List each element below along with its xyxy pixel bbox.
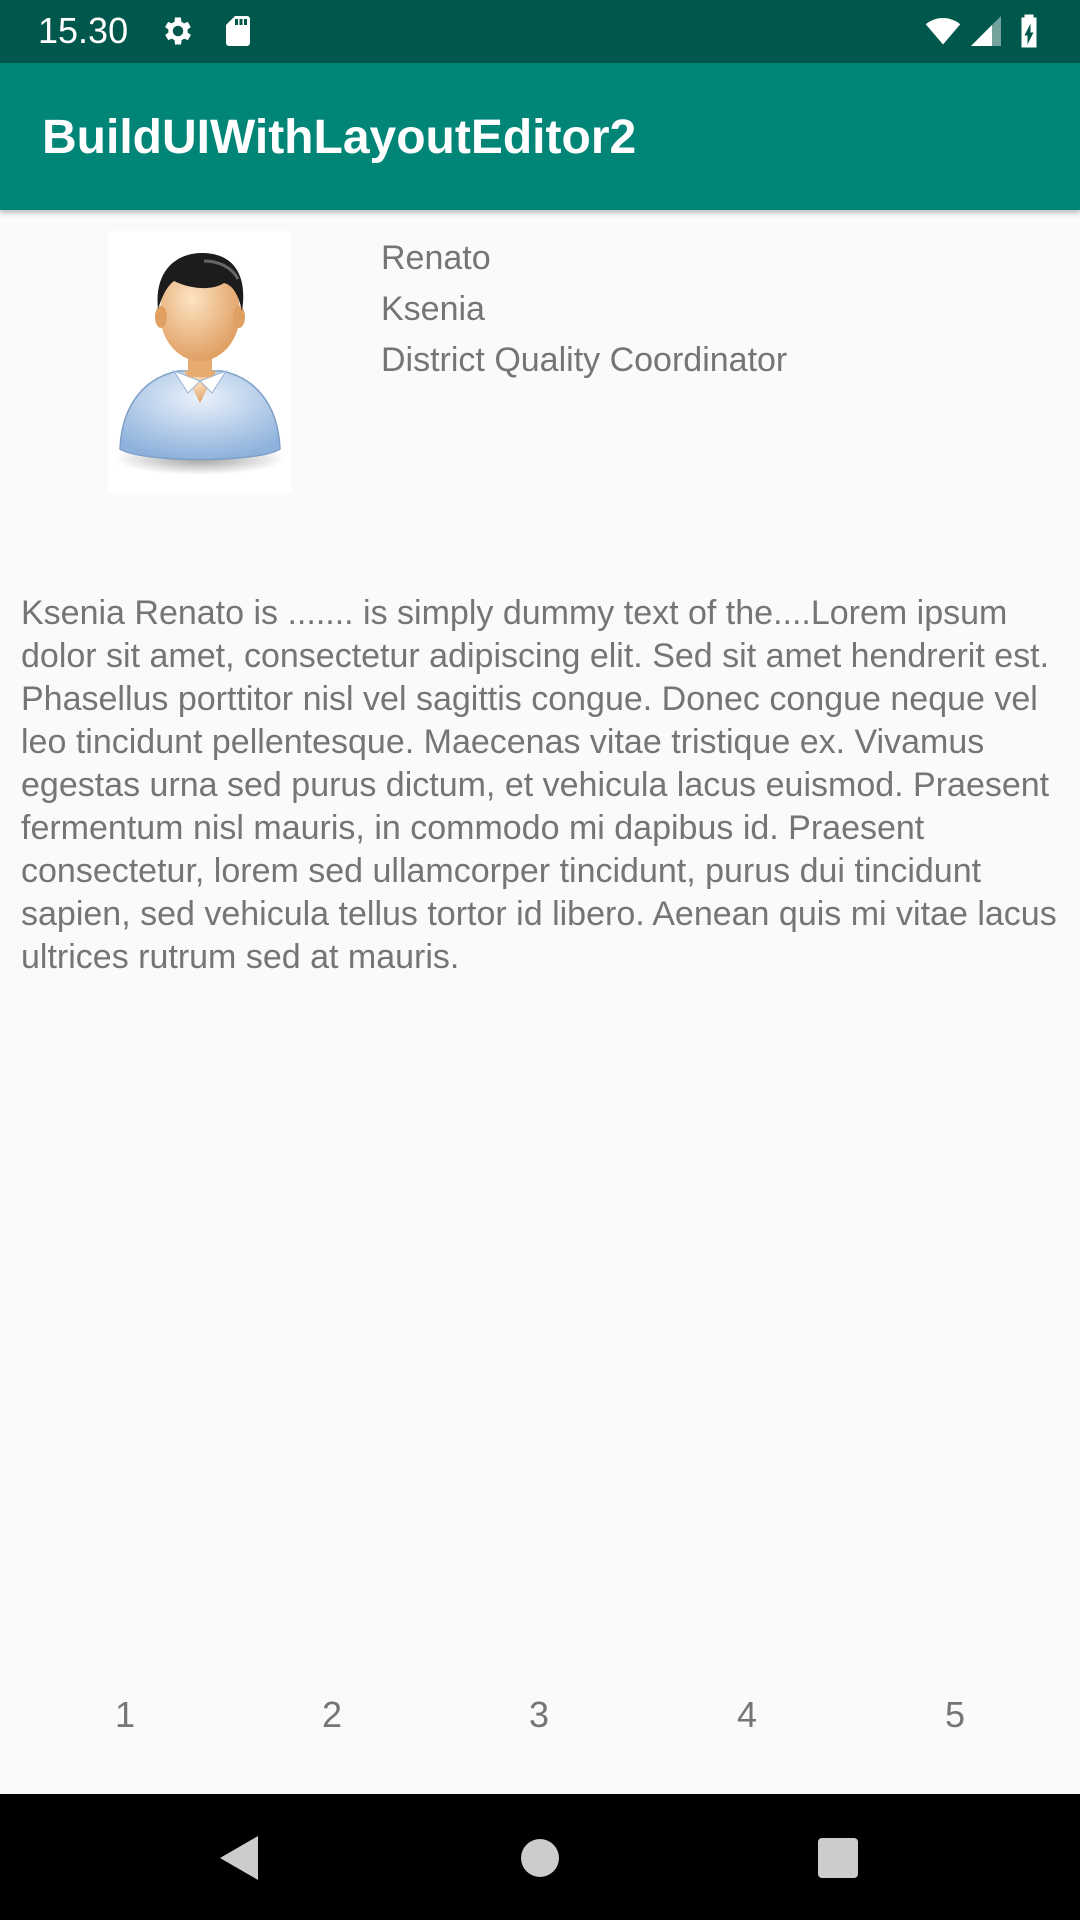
person-avatar-icon (108, 231, 291, 493)
sd-card-icon (226, 16, 250, 46)
app-title: BuildUIWithLayoutEditor2 (42, 111, 637, 164)
battery-charging-icon (1021, 14, 1037, 48)
recents-icon[interactable] (808, 1828, 868, 1888)
navigation-bar (0, 1794, 1080, 1920)
back-icon[interactable] (210, 1828, 270, 1888)
signal-icon (971, 16, 1001, 46)
wifi-icon (925, 17, 961, 45)
app-bar: BuildUIWithLayoutEditor2 (0, 63, 1080, 210)
status-time: 15.30 (38, 10, 129, 51)
bio-text: Ksenia Renato is ....... is simply dummy… (21, 594, 1057, 976)
number-item-4[interactable]: 4 (717, 1693, 777, 1737)
gear-icon (165, 17, 191, 45)
number-item-1[interactable]: 1 (95, 1693, 155, 1737)
status-bar: 15.30 (0, 0, 1080, 63)
number-item-2[interactable]: 2 (302, 1693, 362, 1737)
first-name: Renato (381, 239, 491, 277)
last-name: Ksenia (381, 290, 485, 328)
number-item-5[interactable]: 5 (925, 1693, 985, 1737)
job-title: District Quality Coordinator (381, 341, 788, 379)
home-icon[interactable] (510, 1828, 570, 1888)
number-item-3[interactable]: 3 (509, 1693, 569, 1737)
